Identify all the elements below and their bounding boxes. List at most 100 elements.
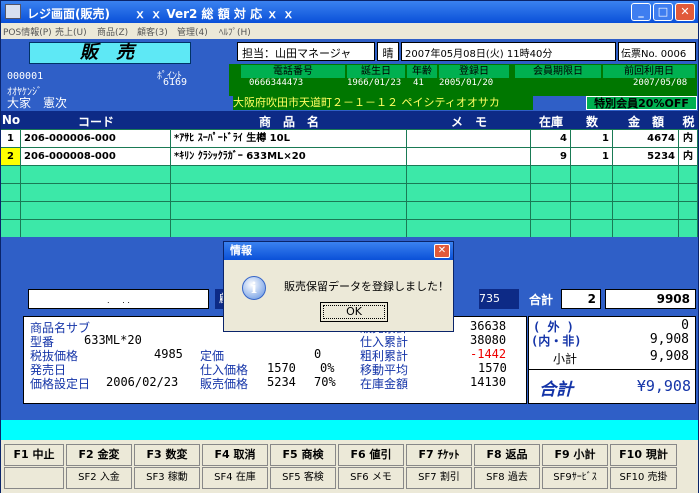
shift-fkey-3[interactable]: SF3 稼動 [134, 467, 200, 489]
phone: 0666344473 [249, 78, 304, 88]
label-price-date: 価格設定日 [30, 377, 91, 391]
totals-panel: ( 外 ) 0 (内・非) 9,908 小計 9,908 合計 ¥9,908 [528, 316, 696, 404]
menu-pos[interactable]: POS情報(P) [3, 25, 52, 38]
cell-qty [571, 202, 613, 219]
member-rank: 特別会員20%OFF [586, 96, 697, 110]
fkey-6[interactable]: F6 値引 [338, 444, 404, 466]
cell-tax: 内 [679, 130, 698, 147]
fkey-3[interactable]: F3 数変 [134, 444, 200, 466]
cell-amount [613, 166, 679, 183]
fkey-8[interactable]: F8 返品 [474, 444, 540, 466]
tax-ex-value: 4985 [154, 347, 183, 361]
menu-admin[interactable]: 管理(4) [177, 25, 208, 38]
dialog-title: 情報 [224, 242, 453, 260]
shift-fkey-6[interactable]: SF6 メモ [338, 467, 404, 489]
col-no: No [1, 113, 21, 127]
cell-no: 1 [1, 130, 21, 147]
shift-fkey-10[interactable]: SF10 売掛 [610, 467, 677, 489]
label-registered: 登録日 [439, 65, 509, 78]
col-code: コード [77, 115, 114, 129]
total-qty: 2 [561, 289, 601, 309]
menu-sales[interactable]: 売上(U) [55, 25, 87, 38]
shift-fkey-4[interactable]: SF4 在庫 [202, 467, 268, 489]
table-row[interactable] [1, 201, 698, 219]
dialog-close-button[interactable]: ✕ [434, 244, 450, 258]
app-icon [5, 4, 21, 19]
maximize-button[interactable]: □ [653, 3, 673, 21]
cell-qty: 1 [571, 130, 613, 147]
cell-stock: 4 [531, 130, 571, 147]
model-value: 633ML*20 [84, 333, 142, 347]
fkey-2[interactable]: F2 金変 [66, 444, 132, 466]
label-subtotal: 小計 [553, 352, 578, 366]
shift-fkey-9[interactable]: SF9ｻｰﾋﾞｽ [542, 467, 608, 489]
cell-code: 206-000006-000 [21, 130, 171, 147]
fkey-4[interactable]: F4 取消 [202, 444, 268, 466]
fkey-1[interactable]: F1 中止 [4, 444, 64, 466]
customer-num: 735 [479, 289, 519, 309]
close-button[interactable]: ✕ [675, 3, 695, 21]
member-rank-text: 特別会員20%OFF [594, 97, 689, 110]
shift-fkey-7[interactable]: SF7 割引 [406, 467, 472, 489]
cell-name [171, 220, 407, 237]
cost-value: 1570 [267, 361, 296, 375]
mode-label: 販 売 [29, 42, 191, 64]
table-row[interactable] [1, 183, 698, 201]
fkey-7[interactable]: F7 ﾁｹｯﾄ [406, 444, 472, 466]
fkey-9[interactable]: F9 小計 [542, 444, 608, 466]
menu-customer[interactable]: 顧客(3) [137, 25, 168, 38]
cell-amount [613, 184, 679, 201]
scan-input[interactable]: . . . [28, 289, 209, 309]
label-expiry: 会員期限日 [515, 65, 601, 78]
cell-qty [571, 184, 613, 201]
cell-memo [407, 220, 531, 237]
menu-help[interactable]: ﾍﾙﾌﾟ(H) [219, 25, 251, 38]
shift-fkey-8[interactable]: SF8 過去 [474, 467, 540, 489]
cell-tax: 内 [679, 148, 698, 165]
sale-pct: 70% [314, 375, 336, 389]
table-row[interactable] [1, 165, 698, 183]
table-row[interactable] [1, 219, 698, 237]
cell-amount [613, 220, 679, 237]
cell-name: *ｱｻﾋ ｽｰﾊﾟｰﾄﾞﾗｲ 生樽 10L [171, 130, 407, 147]
col-qty: 数 [585, 115, 598, 129]
cell-qty [571, 166, 613, 183]
header-info: 担当：山田マネージャ 晴 2007年05月08日(火) 11時40分 伝票No.… [237, 42, 697, 61]
menu-product[interactable]: 商品(Z) [97, 25, 128, 38]
minimize-button[interactable]: _ [631, 3, 651, 21]
label-grand-total: 合計 [539, 380, 573, 400]
cell-qty: 1 [571, 148, 613, 165]
cell-stock [531, 184, 571, 201]
cell-amount: 4674 [613, 130, 679, 147]
customer-name: 大家 憲次 [7, 96, 68, 110]
table-row[interactable]: 2 206-000008-000 *ｷﾘﾝ ｸﾗｼｯｸﾗｶﾞｰ 633ML×20 9 1… [1, 147, 698, 165]
cell-name [171, 184, 407, 201]
fkey-5[interactable]: F5 商検 [270, 444, 336, 466]
info-dialog: 情報 ✕ i 販売保留データを登録しました！ OK [223, 241, 454, 332]
cell-name: *ｷﾘﾝ ｸﾗｼｯｸﾗｶﾞｰ 633ML×20 [171, 148, 407, 165]
cell-no [1, 220, 21, 237]
shift-fkey-5[interactable]: SF5 客検 [270, 467, 336, 489]
cell-stock [531, 202, 571, 219]
ok-button[interactable]: OK [320, 302, 388, 322]
client-area: 販 売 000001 ﾎﾟｲﾝﾄ 6169 ｵｵﾔｹﾝｼﾞ 大家 憲次 担当：山… [1, 39, 698, 493]
cell-tax [679, 220, 698, 237]
cell-no: 2 [1, 148, 21, 165]
age: 41 [413, 78, 424, 88]
fkey-10[interactable]: F10 現計 [610, 444, 677, 466]
points-value: 6169 [163, 77, 188, 88]
scan-input-marks: . . . [107, 296, 130, 305]
stock-amount-value: 14130 [470, 375, 507, 389]
slip-number: 伝票No. 0006 [618, 42, 696, 61]
registered: 2005/01/20 [439, 78, 494, 88]
label-phone: 電話番号 [241, 65, 345, 78]
staff[interactable]: 担当：山田マネージャ [237, 42, 375, 61]
function-keys: F1 中止 F2 金変 SF2 入金 F3 数変 SF3 稼動 F4 取消 SF4 在庫 F5… [1, 440, 698, 493]
shift-fkey-1[interactable] [4, 467, 64, 489]
dialog-message: 販売保留データを登録しました！ [284, 280, 449, 293]
shift-fkey-2[interactable]: SF2 入金 [66, 467, 132, 489]
table-row[interactable]: 1 206-000006-000 *ｱｻﾋ ｽｰﾊﾟｰﾄﾞﾗｲ 生樽 10L 4 1 46… [1, 129, 698, 147]
moving-avg-value: 1570 [478, 361, 507, 375]
cell-name [171, 166, 407, 183]
window-title: レジ画面(販売) ｘ ｘ Ver2 総 額 対 応 ｘ ｘ [27, 7, 295, 21]
